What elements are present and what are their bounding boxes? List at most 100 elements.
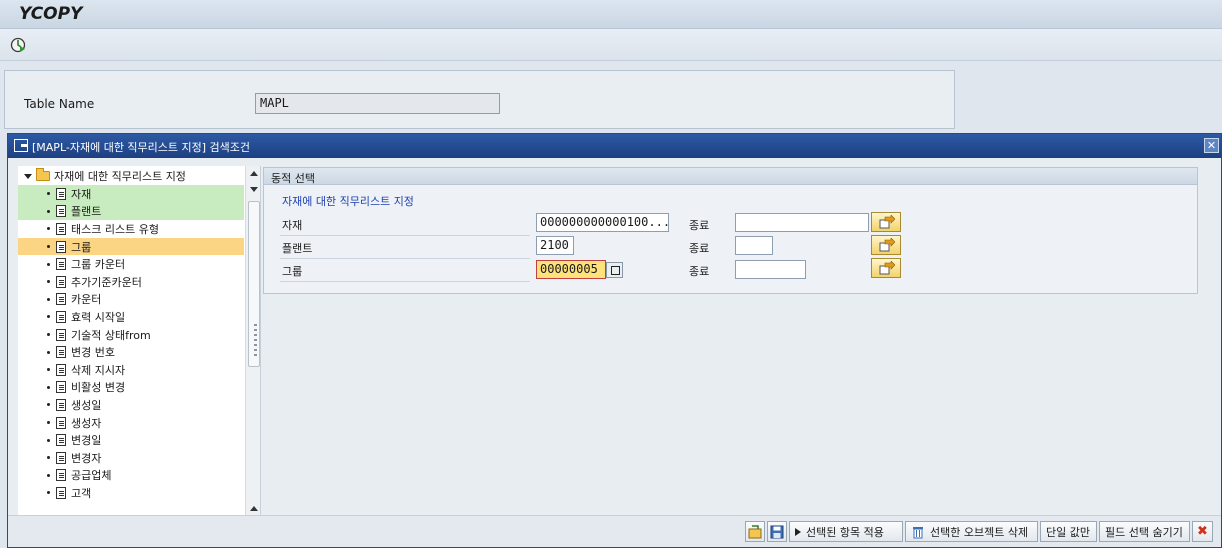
- plant-to-field[interactable]: [735, 236, 773, 255]
- bullet-icon: [47, 333, 50, 337]
- scroll-up-top-icon[interactable]: [250, 171, 258, 176]
- tree-item[interactable]: 효력 시작일: [18, 308, 244, 326]
- selection-group-title: 자재에 대한 직무리스트 지정: [282, 195, 414, 208]
- hide-field-selection-button[interactable]: 필드 선택 숨기기: [1099, 521, 1190, 542]
- tree-item[interactable]: 변경일: [18, 431, 244, 449]
- scroll-up-bottom-icon[interactable]: [250, 506, 258, 511]
- apply-selected-button[interactable]: 선택된 항목 적용: [789, 521, 903, 542]
- row-divider: [280, 235, 530, 236]
- tree-item-label: 태스크 리스트 유형: [71, 222, 159, 236]
- close-icon[interactable]: ✕: [1204, 138, 1219, 153]
- bullet-icon: [47, 315, 50, 319]
- open-variant-button[interactable]: [745, 521, 765, 542]
- value-help-icon[interactable]: [606, 262, 623, 278]
- document-icon: [56, 275, 66, 288]
- bullet-icon: [47, 209, 50, 213]
- tree-item[interactable]: 기술적 상태from: [18, 326, 244, 344]
- bullet-icon: [47, 297, 50, 301]
- material-multiple-selection-button[interactable]: [871, 212, 901, 232]
- tree-item-label: 공급업체: [71, 469, 112, 483]
- splitter-handle[interactable]: [254, 324, 257, 356]
- arrow-right-icon: [879, 238, 895, 252]
- table-name-field[interactable]: MAPL: [255, 93, 500, 114]
- tree-item[interactable]: 그룹: [18, 237, 244, 256]
- document-icon: [56, 451, 66, 464]
- folder-open-icon: [748, 524, 762, 538]
- delete-selected-label: 선택한 오브젝트 삭제: [930, 525, 1029, 539]
- dialog-title: [MAPL-자재에 대한 직무리스트 지정] 검색조건: [32, 141, 251, 154]
- cancel-icon: ✖: [1197, 524, 1208, 539]
- document-icon: [56, 328, 66, 341]
- dialog-icon: [14, 139, 28, 152]
- document-icon: [56, 434, 66, 447]
- material-from-field[interactable]: 000000000000100...: [536, 213, 669, 232]
- save-button[interactable]: [767, 521, 787, 542]
- field-tree: 자재에 대한 직무리스트 지정 자재 플랜트 태스크 리스트 유형 그룹그룹 카운터 추…: [18, 166, 261, 538]
- dynamic-selection-title: 동적 선택: [271, 172, 315, 185]
- expand-icon[interactable]: [24, 173, 32, 179]
- tree-item[interactable]: 태스크 리스트 유형: [18, 220, 244, 238]
- single-values-label: 단일 값만: [1046, 525, 1090, 539]
- plant-from-field[interactable]: 2100: [536, 236, 574, 255]
- tree-item[interactable]: 자재: [18, 185, 244, 203]
- tree-root-label: 자재에 대한 직무리스트 지정: [54, 170, 186, 183]
- tree-item[interactable]: 삭제 지시자: [18, 361, 244, 379]
- material-to-field[interactable]: [735, 213, 869, 232]
- tree-item-label: 효력 시작일: [71, 310, 126, 324]
- tree-item[interactable]: 플랜트: [18, 202, 244, 221]
- folder-icon: [36, 168, 50, 181]
- plant-multiple-selection-button[interactable]: [871, 235, 901, 255]
- document-icon: [56, 469, 66, 482]
- execute-icon[interactable]: [10, 37, 26, 53]
- document-icon: [56, 258, 66, 271]
- group-multiple-selection-button[interactable]: [871, 258, 901, 278]
- bullet-icon: [47, 245, 50, 249]
- document-icon: [56, 346, 66, 359]
- tree-item-label: 변경 번호: [71, 346, 115, 360]
- tree-item-label: 그룹 카운터: [71, 258, 126, 272]
- toolbar: [0, 29, 1222, 61]
- delete-selected-button[interactable]: 선택한 오브젝트 삭제: [905, 521, 1038, 542]
- hide-field-selection-label: 필드 선택 숨기기: [1105, 525, 1183, 539]
- bullet-icon: [47, 421, 50, 425]
- group-from-field[interactable]: 00000005: [536, 260, 606, 279]
- bullet-icon: [47, 385, 50, 389]
- tree-item[interactable]: 비활성 변경: [18, 379, 244, 397]
- group-to-field[interactable]: [735, 260, 806, 279]
- tree-item-label: 생성일: [71, 398, 102, 412]
- tree-item-label: 고객: [71, 486, 92, 500]
- document-icon: [56, 310, 66, 323]
- bullet-icon: [47, 456, 50, 460]
- tree-item[interactable]: 추가기준카운터: [18, 273, 244, 291]
- bullet-icon: [47, 192, 50, 196]
- document-icon: [56, 240, 66, 253]
- tree-item-label: 비활성 변경: [71, 381, 126, 395]
- tree-scrollbar[interactable]: [245, 166, 260, 538]
- cancel-button[interactable]: ✖: [1192, 521, 1213, 542]
- row-divider: [280, 281, 530, 282]
- tree-item[interactable]: 생성자: [18, 414, 244, 432]
- tree-item[interactable]: 변경 번호: [18, 343, 244, 361]
- tree-item[interactable]: 고객: [18, 484, 244, 502]
- dynamic-selection-panel: 동적 선택 자재에 대한 직무리스트 지정 자재 000000000000100…: [263, 167, 1198, 294]
- material-to-label: 종료: [689, 219, 710, 232]
- document-icon: [56, 205, 66, 218]
- tree-item-label: 카운터: [71, 293, 102, 307]
- tree-item[interactable]: 카운터: [18, 291, 244, 309]
- document-icon: [56, 486, 66, 499]
- single-values-button[interactable]: 단일 값만: [1040, 521, 1097, 542]
- arrow-right-icon: [879, 215, 895, 229]
- bullet-icon: [47, 491, 50, 495]
- document-icon: [56, 187, 66, 200]
- bullet-icon: [47, 350, 50, 354]
- row-label-plant: 플랜트: [282, 242, 313, 255]
- tree-item[interactable]: 그룹 카운터: [18, 255, 244, 273]
- tree-item[interactable]: 공급업체: [18, 467, 244, 485]
- tree-item[interactable]: 생성일: [18, 396, 244, 414]
- scroll-down-top-icon[interactable]: [250, 187, 258, 192]
- tree-item[interactable]: 변경자: [18, 449, 244, 467]
- tree-root[interactable]: 자재에 대한 직무리스트 지정: [24, 168, 186, 184]
- table-name-label: Table Name: [24, 97, 95, 111]
- save-icon: [770, 525, 784, 538]
- group-to-label: 종료: [689, 265, 710, 278]
